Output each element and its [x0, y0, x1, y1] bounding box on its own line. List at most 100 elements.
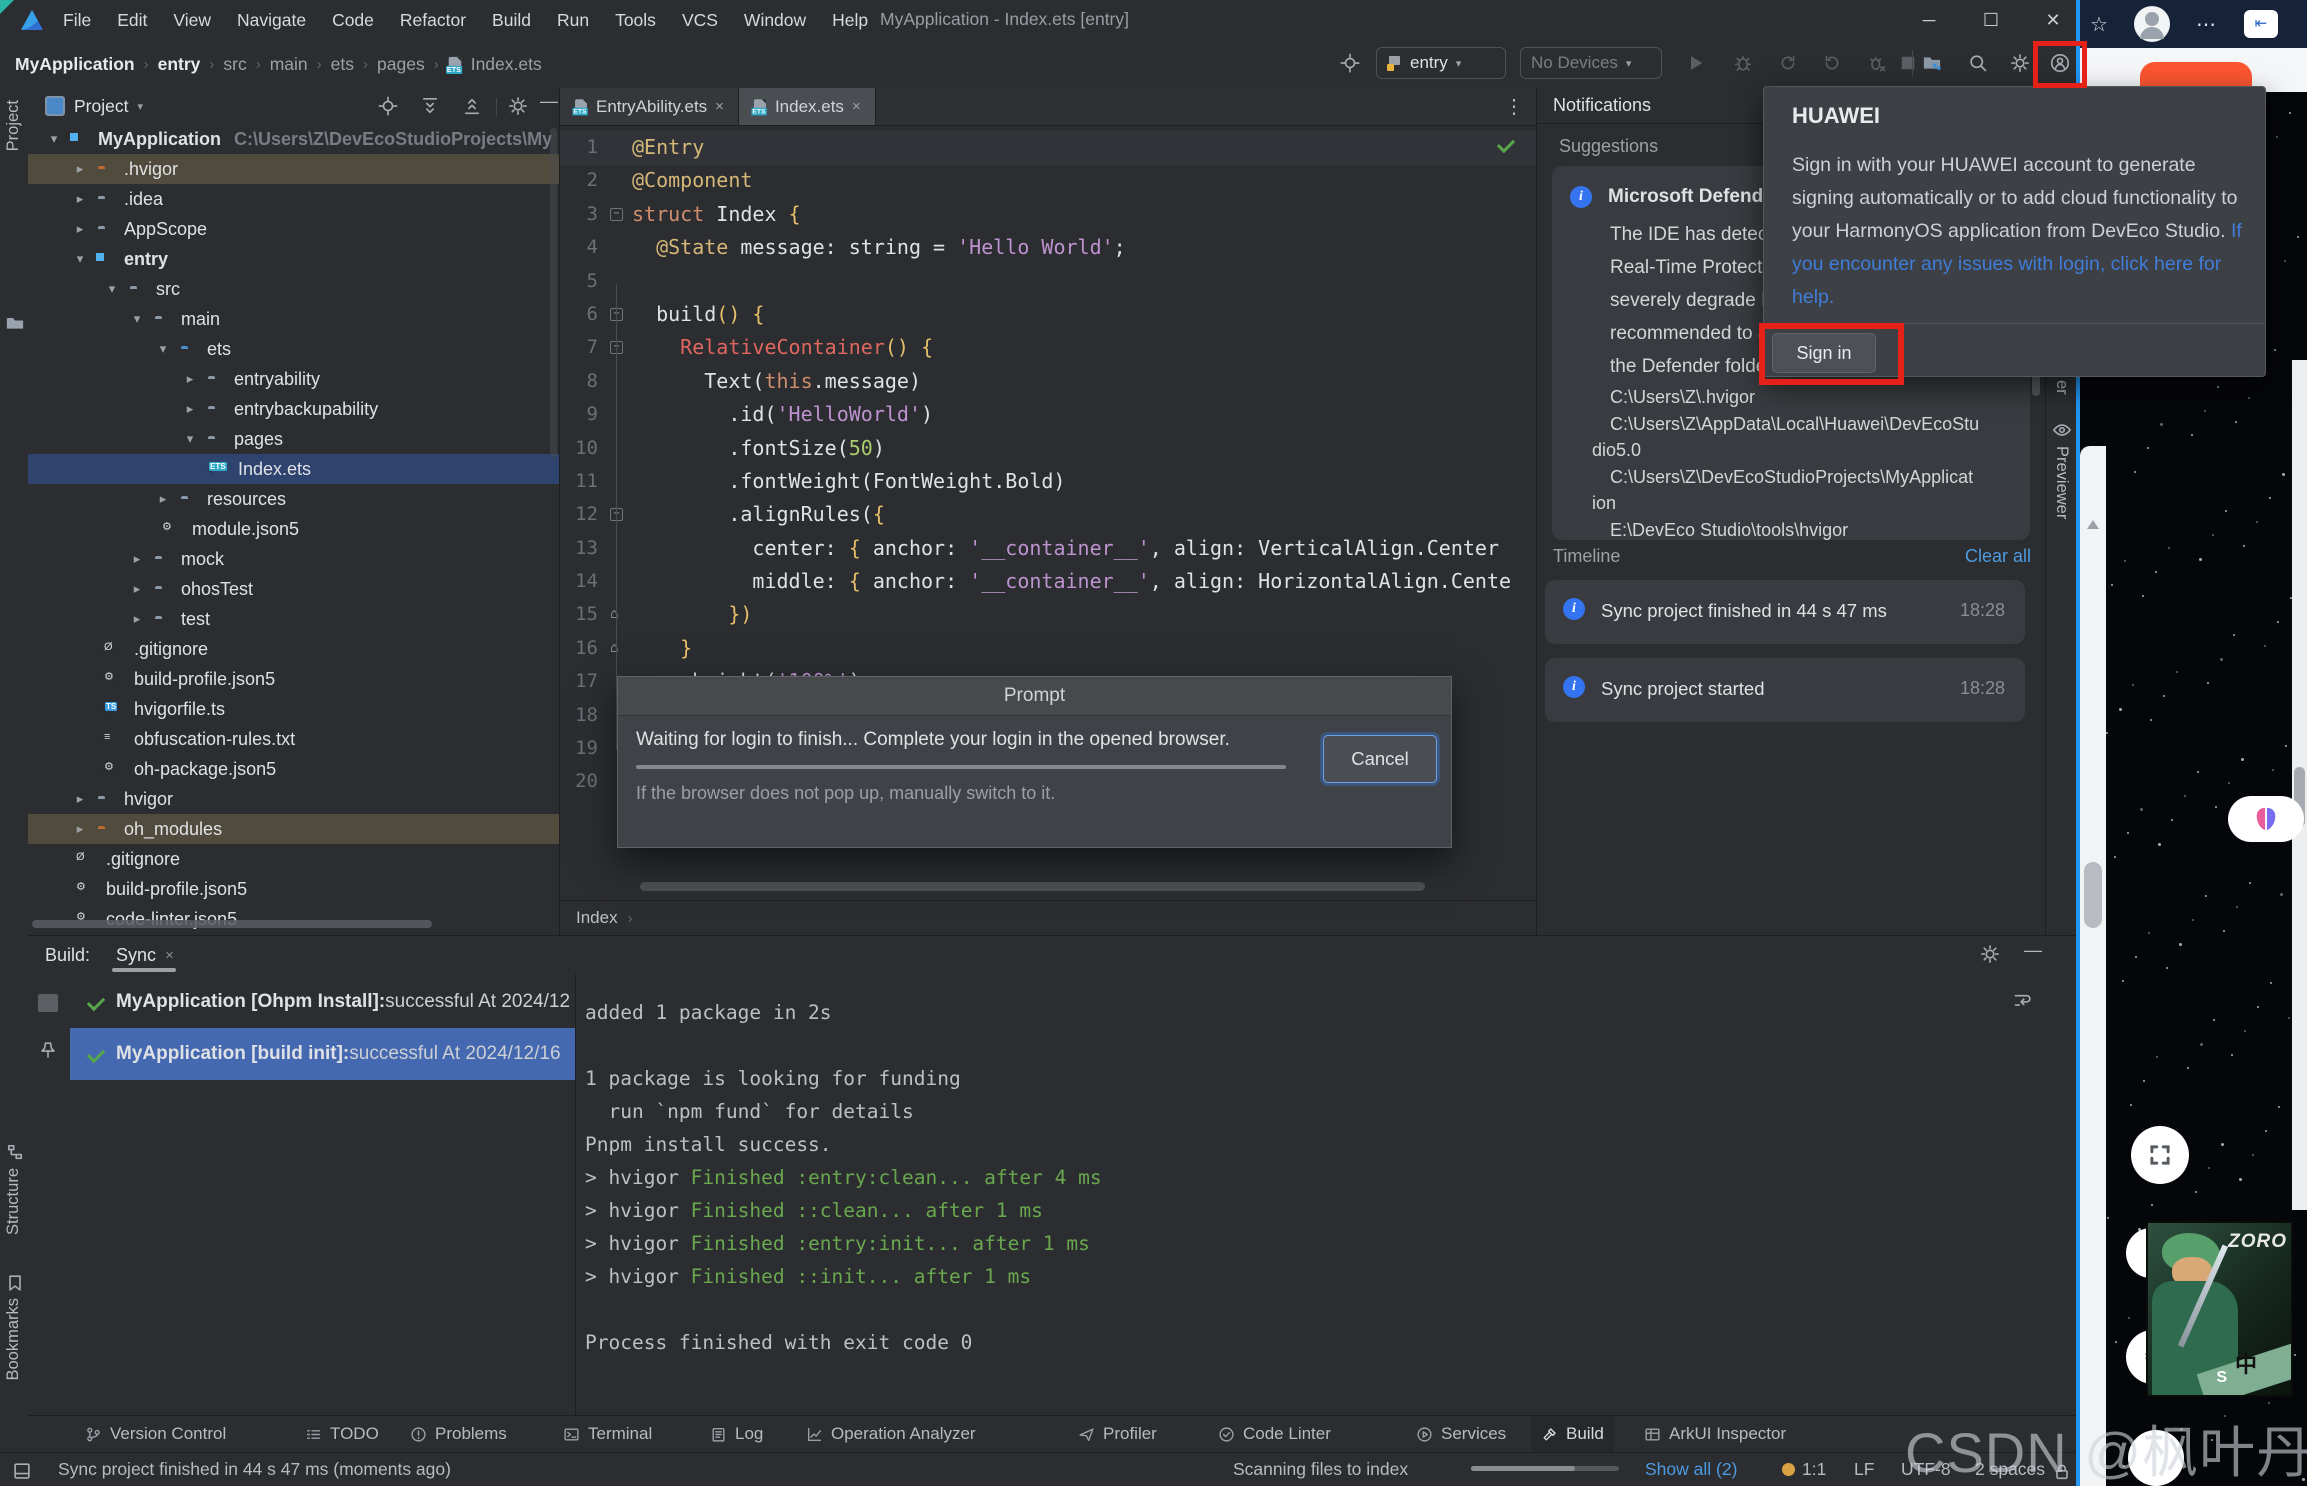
menu-view[interactable]: View	[160, 10, 224, 31]
tree-row[interactable]: ▸oh_modules	[28, 814, 559, 844]
soft-wrap-icon[interactable]	[2013, 990, 2033, 1010]
code-line[interactable]: 16⌂ }	[560, 632, 1536, 665]
stop-button[interactable]	[1898, 53, 1918, 73]
breadcrumb-item[interactable]: ets	[331, 54, 354, 75]
toolwindow-button-services[interactable]: Services	[1406, 1416, 1516, 1452]
editor-breadcrumb-item[interactable]: Index	[576, 908, 618, 928]
tree-horizontal-scrollbar[interactable]	[32, 920, 432, 928]
tree-row[interactable]: ▾MyApplication C:\Users\Z\DevEcoStudioPr…	[28, 124, 559, 154]
code-line[interactable]: 2@Component	[560, 164, 1536, 197]
tree-row[interactable]: ⚙module.json5	[28, 514, 559, 544]
tree-row[interactable]: ▸.idea	[28, 184, 559, 214]
toolwindow-button-profiler[interactable]: Profiler	[1068, 1416, 1167, 1452]
tree-row[interactable]: ▸hvigor	[28, 784, 559, 814]
code-line[interactable]: 6− build() {	[560, 298, 1536, 331]
menu-code[interactable]: Code	[319, 10, 387, 31]
device-dropdown[interactable]: No Devices ▾	[1520, 47, 1662, 79]
build-sync-tab[interactable]: Sync ×	[116, 936, 174, 974]
settings-gear-icon[interactable]	[2010, 53, 2030, 73]
close-icon[interactable]: ×	[715, 98, 724, 115]
chevron-down-icon[interactable]: ▾	[70, 251, 90, 267]
toolbar-target-icon[interactable]	[1340, 53, 1360, 73]
menu-run[interactable]: Run	[544, 10, 602, 31]
pin-icon[interactable]	[38, 1040, 58, 1060]
search-icon[interactable]	[1968, 53, 1988, 73]
run-config-dropdown[interactable]: entry ▾	[1376, 47, 1506, 79]
chevron-right-icon[interactable]: ▸	[70, 191, 90, 207]
tree-row[interactable]: ▸test	[28, 604, 559, 634]
breadcrumb-item[interactable]: main	[270, 54, 308, 75]
tree-row[interactable]: ▸entrybackupability	[28, 394, 559, 424]
code-line[interactable]: 15⌂ })	[560, 598, 1536, 631]
chevron-right-icon[interactable]: ▸	[180, 371, 200, 387]
project-view-title[interactable]: Project	[74, 96, 128, 117]
code-line[interactable]: 14 middle: { anchor: '__container__', al…	[560, 565, 1536, 598]
tree-row[interactable]: ⚙oh-package.json5	[28, 754, 559, 784]
tree-row[interactable]: ≡obfuscation-rules.txt	[28, 724, 559, 754]
close-button[interactable]: ✕	[2039, 10, 2067, 31]
hide-panel-icon[interactable]: —	[540, 91, 558, 112]
build-splitter[interactable]	[575, 974, 576, 1416]
toolwindow-button-todo[interactable]: TODO	[295, 1416, 389, 1452]
breadcrumb-item[interactable]: entry	[158, 54, 201, 75]
chevron-down-icon[interactable]: ▾	[44, 131, 64, 147]
build-settings-gear-icon[interactable]	[1980, 944, 2000, 964]
stripe-previewer-label[interactable]: Previewer	[2052, 446, 2071, 519]
ai-assistant-button[interactable]	[2228, 796, 2304, 842]
locate-file-icon[interactable]	[378, 96, 398, 116]
code-line[interactable]: 4 @State message: string = 'Hello World'…	[560, 231, 1536, 264]
tree-row[interactable]: ▾src	[28, 274, 559, 304]
previewer-eye-icon[interactable]	[2052, 420, 2072, 440]
star-icon[interactable]: ☆	[2090, 12, 2108, 37]
toolwindow-button-log[interactable]: Log	[700, 1416, 773, 1452]
chevron-down-icon[interactable]: ▾	[137, 100, 143, 113]
breadcrumb-item[interactable]: src	[223, 54, 246, 75]
toolwindow-button-arkui-inspector[interactable]: ArkUI Inspector	[1634, 1416, 1796, 1452]
chevron-right-icon[interactable]: ▸	[70, 161, 90, 177]
editor-tab-index-ets[interactable]: ETSIndex.ets×	[739, 88, 876, 125]
tree-row[interactable]: ⚙build-profile.json5	[28, 664, 559, 694]
toolwindow-button-code-linter[interactable]: Code Linter	[1208, 1416, 1341, 1452]
tree-row[interactable]: ▸ohosTest	[28, 574, 559, 604]
status-panel-icon[interactable]	[12, 1461, 32, 1481]
breadcrumb-file[interactable]: Index.ets	[471, 54, 542, 75]
tree-row[interactable]: ▸entryability	[28, 364, 559, 394]
stop-debug-button[interactable]	[1867, 53, 1887, 73]
chevron-right-icon[interactable]: ▸	[180, 401, 200, 417]
code-line[interactable]: 1@Entry	[560, 131, 1536, 164]
menu-vcs[interactable]: VCS	[669, 10, 731, 31]
tree-row[interactable]: ⚙build-profile.json5	[28, 874, 559, 904]
line-ending[interactable]: LF	[1854, 1459, 1874, 1480]
close-icon[interactable]: ×	[852, 98, 861, 115]
tree-row[interactable]: ▾ets	[28, 334, 559, 364]
editor-horizontal-scrollbar[interactable]	[640, 882, 1425, 891]
code-line[interactable]: 11 .fontWeight(FontWeight.Bold)	[560, 465, 1536, 498]
debug-button[interactable]	[1733, 53, 1753, 73]
stop-build-icon[interactable]	[38, 994, 58, 1012]
panel-options-gear-icon[interactable]	[508, 96, 528, 116]
chevron-right-icon[interactable]: ▸	[127, 551, 147, 567]
timeline-event-card[interactable]: iSync project finished in 44 s 47 ms18:2…	[1545, 580, 2025, 644]
video-character-thumbnail[interactable]: ZORO 中 S	[2146, 1221, 2293, 1397]
rerun-button[interactable]	[1822, 53, 1842, 73]
tab-options-kebab-icon[interactable]: ⋮	[1504, 94, 1524, 119]
caret-position[interactable]: 1:1	[1802, 1459, 1826, 1480]
code-line[interactable]: 8 Text(this.message)	[560, 365, 1536, 398]
menu-build[interactable]: Build	[479, 10, 544, 31]
dialog-title[interactable]: Prompt	[618, 677, 1451, 716]
build-task-row[interactable]: MyApplication [build init]: successful A…	[70, 1028, 575, 1080]
tree-row[interactable]: ⚙code-linter.json5	[28, 904, 559, 934]
stripe-bookmarks-label[interactable]: Bookmarks	[4, 1298, 23, 1381]
hide-build-panel-icon[interactable]: —	[2024, 940, 2042, 961]
menu-window[interactable]: Window	[731, 10, 819, 31]
breadcrumb-item[interactable]: MyApplication	[15, 54, 135, 75]
fold-end-icon[interactable]: ⌂	[610, 598, 618, 631]
chevron-right-icon[interactable]: ▸	[70, 221, 90, 237]
scroll-up-arrow-icon[interactable]	[2087, 520, 2099, 529]
run-button[interactable]	[1686, 53, 1706, 73]
project-structure-icon[interactable]	[1922, 53, 1942, 73]
tree-row[interactable]: ▸.hvigor	[28, 154, 559, 184]
code-line[interactable]: 7− RelativeContainer() {	[560, 331, 1536, 364]
menu-tools[interactable]: Tools	[602, 10, 669, 31]
restart-button[interactable]	[1778, 53, 1798, 73]
